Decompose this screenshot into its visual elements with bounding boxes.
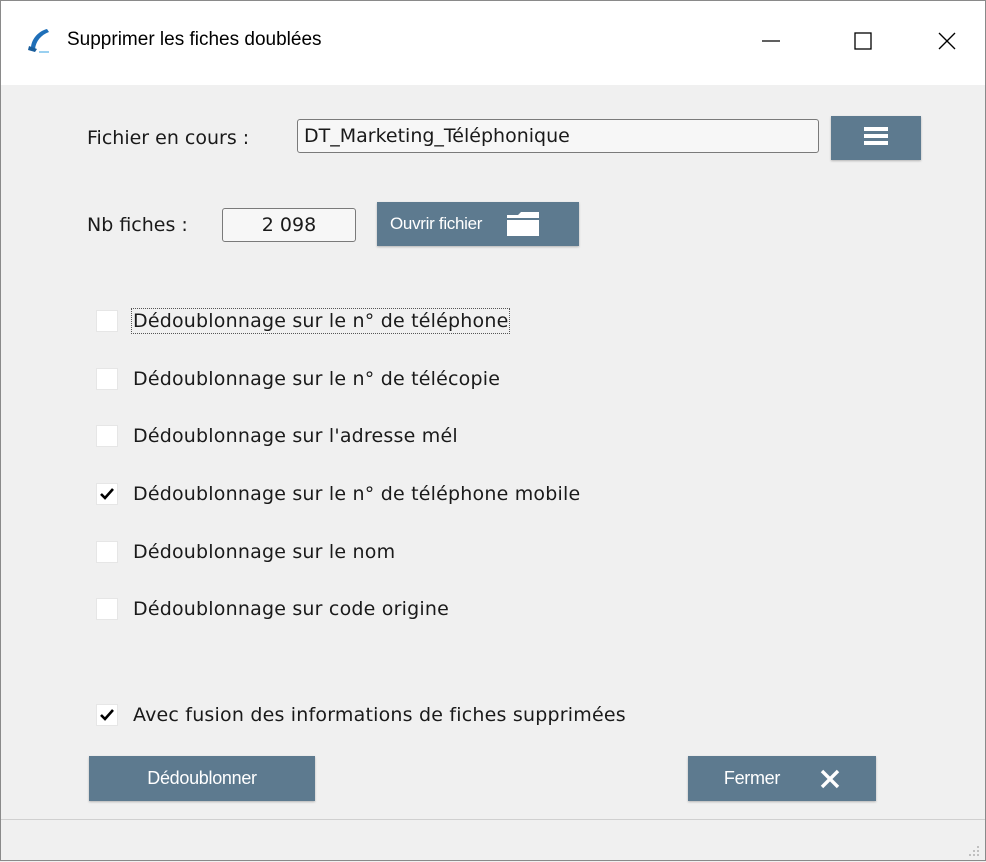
option-email-checkbox[interactable]	[96, 425, 118, 447]
minimize-icon	[761, 31, 781, 55]
option-origin-code-checkbox[interactable]	[96, 598, 118, 620]
window-title: Supprimer les fiches doublées	[67, 29, 322, 50]
current-file-value: DT_Marketing_Téléphonique	[304, 125, 570, 147]
record-count-field: 2 098	[222, 208, 356, 242]
option-phone[interactable]: Dédoublonnage sur le n° de téléphone	[96, 307, 511, 335]
current-file-label: Fichier en cours :	[87, 127, 250, 149]
close-window-button[interactable]	[901, 1, 986, 85]
record-count-value: 2 098	[261, 214, 317, 236]
status-bar-divider	[1, 819, 985, 820]
option-fax-label[interactable]: Dédoublonnage sur le n° de télécopie	[133, 368, 500, 390]
maximize-icon	[853, 31, 873, 55]
maximize-button[interactable]	[817, 1, 909, 85]
record-count-label: Nb fiches :	[87, 214, 188, 236]
merge-option-label[interactable]: Avec fusion des informations de fiches s…	[133, 704, 626, 726]
merge-option-checkbox[interactable]	[96, 704, 118, 726]
current-file-field[interactable]: DT_Marketing_Téléphonique	[297, 119, 819, 153]
option-fax-checkbox[interactable]	[96, 368, 118, 390]
merge-option[interactable]: Avec fusion des informations de fiches s…	[96, 701, 626, 729]
close-button[interactable]: Fermer	[688, 756, 876, 801]
option-name[interactable]: Dédoublonnage sur le nom	[96, 538, 395, 566]
file-menu-button[interactable]	[831, 116, 921, 160]
minimize-button[interactable]	[725, 1, 817, 85]
deduplicate-button-label: Dédoublonner	[147, 768, 257, 788]
title-bar: Supprimer les fiches doublées	[1, 1, 985, 85]
deduplicate-button[interactable]: Dédoublonner	[89, 756, 315, 801]
option-mobile-checkbox[interactable]	[96, 483, 118, 505]
option-origin-code[interactable]: Dédoublonnage sur code origine	[96, 595, 449, 623]
checkmark-icon	[100, 709, 114, 721]
checkmark-icon	[100, 488, 114, 500]
option-name-checkbox[interactable]	[96, 541, 118, 563]
open-file-label: Ouvrir fichier	[390, 214, 483, 233]
hamburger-menu-icon	[864, 126, 888, 151]
open-file-button[interactable]: Ouvrir fichier	[377, 202, 579, 246]
close-icon	[820, 769, 840, 789]
phone-app-icon	[25, 25, 55, 55]
option-name-label[interactable]: Dédoublonnage sur le nom	[133, 541, 395, 563]
option-mobile[interactable]: Dédoublonnage sur le n° de téléphone mob…	[96, 480, 580, 508]
option-email-label[interactable]: Dédoublonnage sur l'adresse mél	[133, 425, 458, 447]
option-phone-checkbox[interactable]	[96, 310, 118, 332]
option-mobile-label[interactable]: Dédoublonnage sur le n° de téléphone mob…	[133, 483, 580, 505]
option-fax[interactable]: Dédoublonnage sur le n° de télécopie	[96, 365, 500, 393]
option-origin-code-label[interactable]: Dédoublonnage sur code origine	[133, 598, 449, 620]
option-phone-label[interactable]: Dédoublonnage sur le n° de téléphone	[130, 308, 511, 334]
option-email[interactable]: Dédoublonnage sur l'adresse mél	[96, 422, 458, 450]
close-icon	[937, 31, 957, 55]
resize-grip-icon[interactable]	[967, 843, 981, 857]
close-button-label: Fermer	[723, 768, 781, 788]
folder-icon	[506, 211, 540, 237]
dialog-window: Supprimer les fiches doublées Fichier en…	[0, 0, 986, 861]
